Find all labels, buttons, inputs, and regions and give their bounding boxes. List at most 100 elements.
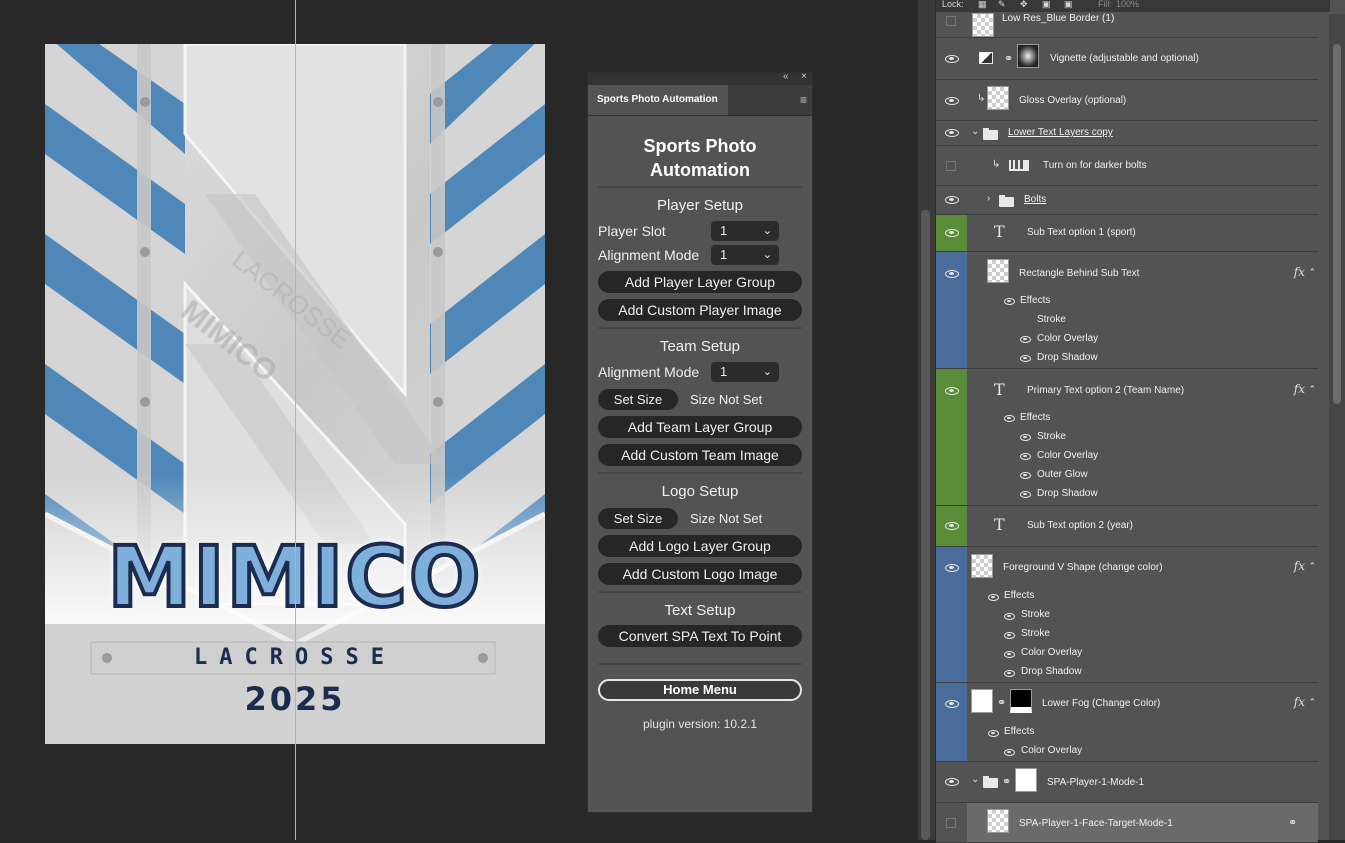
effect-drop-shadow[interactable]: Drop Shadow	[1037, 488, 1098, 499]
lock-all-icon[interactable]: ▣	[1064, 0, 1073, 10]
collapse-effects-icon[interactable]: ⌃	[1308, 697, 1316, 708]
layer-name[interactable]: Rectangle Behind Sub Text	[1019, 268, 1139, 279]
effects-label[interactable]: Effects	[1020, 295, 1050, 306]
eye-icon[interactable]	[945, 700, 959, 708]
layer-group-row[interactable]: ⌄ ⚭ SPA-Player-1-Mode-1	[936, 762, 1318, 803]
effect-stroke[interactable]: Stroke	[1037, 314, 1066, 325]
eye-icon[interactable]	[1004, 415, 1015, 422]
layer-row[interactable]: Foreground V Shape (change color) fx ⌃ E…	[936, 547, 1318, 683]
collapse-icon[interactable]: «	[783, 71, 789, 82]
chevron-down-icon[interactable]: ⌄	[971, 774, 979, 785]
effect-color-overlay[interactable]: Color Overlay	[1021, 647, 1082, 658]
fx-icon[interactable]: fx	[1294, 265, 1305, 279]
visibility-toggle[interactable]	[936, 146, 967, 185]
effect-outer-glow[interactable]: Outer Glow	[1037, 469, 1088, 480]
visibility-toggle[interactable]	[936, 547, 967, 682]
layer-row[interactable]: ⚭ Vignette (adjustable and optional)	[936, 38, 1318, 80]
tab-sports-photo-automation[interactable]: Sports Photo Automation	[588, 85, 728, 115]
visibility-toggle[interactable]	[936, 215, 967, 251]
eye-icon[interactable]	[1020, 491, 1031, 498]
player-alignment-select[interactable]: 1 ⌄	[711, 245, 779, 265]
panel-menu-icon[interactable]: ≡	[800, 94, 807, 106]
add-custom-player-image-button[interactable]: Add Custom Player Image	[598, 299, 802, 321]
layer-name[interactable]: SPA-Player-1-Face-Target-Mode-1	[1019, 818, 1173, 829]
canvas-vertical-scrollbar[interactable]	[918, 0, 935, 840]
fill-value[interactable]: 100%	[1116, 0, 1139, 9]
layer-name[interactable]: Sub Text option 1 (sport)	[1027, 227, 1136, 238]
effect-drop-shadow[interactable]: Drop Shadow	[1037, 352, 1098, 363]
layer-name[interactable]: Primary Text option 2 (Team Name)	[1027, 385, 1184, 396]
convert-spa-text-button[interactable]: Convert SPA Text To Point	[598, 625, 802, 647]
layer-name[interactable]: Lower Text Layers copy	[1008, 127, 1113, 138]
scrollbar-thumb[interactable]	[1333, 44, 1341, 404]
layer-name[interactable]: SPA-Player-1-Mode-1	[1047, 777, 1144, 788]
close-icon[interactable]: ×	[801, 71, 807, 82]
collapse-effects-icon[interactable]: ⌃	[1308, 384, 1316, 395]
add-team-layer-group-button[interactable]: Add Team Layer Group	[598, 416, 802, 438]
add-logo-layer-group-button[interactable]: Add Logo Layer Group	[598, 535, 802, 557]
visibility-toggle[interactable]	[936, 38, 967, 79]
layer-row[interactable]: Rectangle Behind Sub Text fx ⌃ Effects S…	[936, 252, 1318, 369]
fx-icon[interactable]: fx	[1294, 382, 1305, 396]
visibility-toggle[interactable]	[936, 803, 967, 842]
lock-move-icon[interactable]: ✥	[1020, 0, 1028, 10]
layer-name[interactable]: Vignette (adjustable and optional)	[1050, 53, 1199, 64]
eye-icon[interactable]	[988, 594, 999, 601]
eye-icon[interactable]	[945, 196, 959, 204]
layer-name[interactable]: Gloss Overlay (optional)	[1019, 95, 1126, 106]
chain-link-icon[interactable]: ⚭	[1004, 52, 1013, 65]
effect-color-overlay[interactable]: Color Overlay	[1037, 450, 1098, 461]
layer-row[interactable]: SPA-Player-1-Face-Target-Mode-1 ⚭	[936, 803, 1318, 843]
layer-group-row[interactable]: ⌄ Lower Text Layers copy	[936, 121, 1318, 146]
effect-stroke[interactable]: Stroke	[1021, 628, 1050, 639]
eye-icon[interactable]	[1004, 298, 1015, 305]
eye-icon[interactable]	[1004, 670, 1015, 677]
layer-row[interactable]: T Sub Text option 2 (year)	[936, 506, 1318, 547]
layer-name[interactable]: Foreground V Shape (change color)	[1003, 562, 1163, 573]
fx-icon[interactable]: fx	[1294, 695, 1305, 709]
visibility-toggle[interactable]	[936, 121, 967, 145]
chevron-right-icon[interactable]: ›	[987, 193, 990, 204]
home-menu-button[interactable]: Home Menu	[598, 679, 802, 701]
eye-icon[interactable]	[1004, 632, 1015, 639]
eye-icon[interactable]	[945, 97, 959, 105]
collapse-effects-icon[interactable]: ⌃	[1308, 267, 1316, 278]
eye-icon[interactable]	[945, 229, 959, 237]
layers-scrollbar[interactable]	[1329, 14, 1345, 840]
chevron-down-icon[interactable]: ⌄	[971, 126, 979, 137]
effects-label[interactable]: Effects	[1004, 590, 1034, 601]
visibility-off-icon[interactable]	[946, 161, 956, 171]
layer-row[interactable]: T Primary Text option 2 (Team Name) fx ⌃…	[936, 369, 1318, 506]
chain-link-icon[interactable]: ⚭	[1002, 775, 1011, 788]
effect-stroke[interactable]: Stroke	[1021, 609, 1050, 620]
lock-transparent-icon[interactable]: ▦	[978, 0, 987, 10]
visibility-toggle[interactable]	[936, 252, 967, 368]
eye-icon[interactable]	[1004, 749, 1015, 756]
visibility-toggle[interactable]	[936, 186, 967, 214]
eye-icon[interactable]	[945, 55, 959, 63]
visibility-toggle[interactable]	[936, 506, 967, 546]
layer-name[interactable]: Bolts	[1024, 194, 1046, 205]
panel-titlebar[interactable]: « ×	[588, 71, 812, 85]
team-set-size-button[interactable]: Set Size	[598, 389, 678, 410]
scrollbar-thumb[interactable]	[921, 210, 930, 840]
eye-icon[interactable]	[1004, 651, 1015, 658]
visibility-toggle[interactable]	[936, 762, 967, 802]
layer-row[interactable]: Low Res_Blue Border (1)	[936, 12, 1318, 38]
effect-drop-shadow[interactable]: Drop Shadow	[1021, 666, 1082, 677]
eye-icon[interactable]	[1020, 355, 1031, 362]
layer-row[interactable]: T Sub Text option 1 (sport)	[936, 215, 1318, 252]
eye-icon[interactable]	[945, 270, 959, 278]
layer-row[interactable]: ⚭ Lower Fog (Change Color) fx ⌃ Effects …	[936, 683, 1318, 762]
eye-icon[interactable]	[945, 778, 959, 786]
visibility-toggle[interactable]	[936, 80, 967, 120]
player-slot-select[interactable]: 1 ⌄	[711, 221, 779, 241]
lock-artboard-icon[interactable]: ▣	[1042, 0, 1051, 10]
layer-group-row[interactable]: › Bolts	[936, 186, 1318, 215]
visibility-toggle[interactable]	[936, 369, 967, 505]
eye-icon[interactable]	[945, 129, 959, 137]
eye-icon[interactable]	[945, 387, 959, 395]
eye-icon[interactable]	[1020, 472, 1031, 479]
visibility-toggle[interactable]	[936, 12, 967, 37]
layer-row[interactable]: ↳ Gloss Overlay (optional)	[936, 80, 1318, 121]
